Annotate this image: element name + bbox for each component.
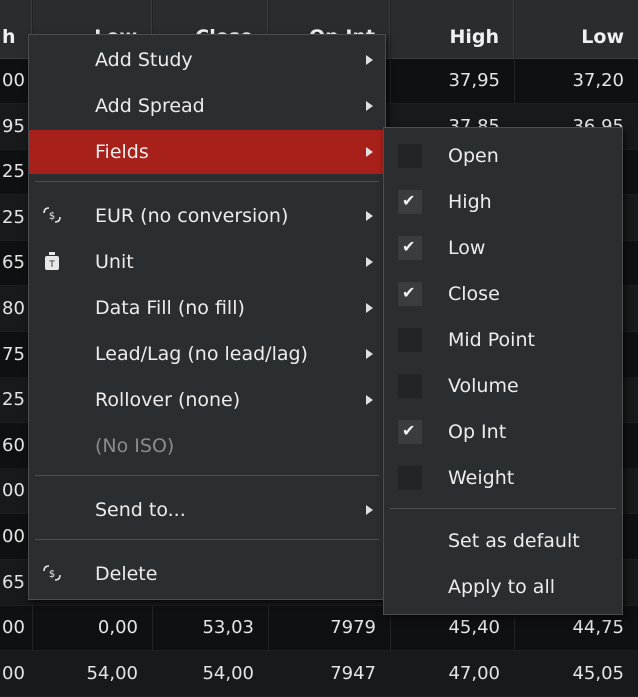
table-cell: 37,20 (572, 70, 624, 91)
menu-item-rollover-none[interactable]: Rollover (none) (29, 378, 385, 422)
currency-convert-icon: $ (41, 563, 63, 585)
menu-item-label: Unit (95, 251, 134, 273)
action-label: Set as default (448, 530, 580, 552)
submenu-arrow-icon (366, 505, 373, 515)
menu-item-unit[interactable]: T Unit (29, 240, 385, 284)
field-item-op-int[interactable]: ✔ Op Int (384, 409, 622, 455)
table-cell: 37,95 (448, 70, 500, 91)
field-label: Open (448, 145, 499, 167)
submenu-arrow-icon (366, 395, 373, 405)
table-cell: 00 (2, 663, 25, 684)
field-item-high[interactable]: ✔ High (384, 179, 622, 225)
menu-item-add-spread[interactable]: Add Spread (29, 84, 385, 128)
menu-item-label: Rollover (none) (95, 389, 241, 411)
field-label: Volume (448, 375, 519, 397)
menu-item-label: Send to... (95, 499, 186, 521)
checkmark-icon: ✔ (402, 421, 416, 440)
table-row[interactable]: 00 54,00 54,00 7947 47,00 45,05 (0, 651, 638, 697)
field-checkbox[interactable]: ✔ (398, 236, 422, 260)
menu-divider (35, 539, 379, 540)
field-checkbox[interactable]: ✔ (398, 466, 422, 490)
table-cell: 53,03 (202, 617, 254, 638)
menu-item-add-study[interactable]: Add Study (29, 38, 385, 82)
submenu-arrow-icon (366, 303, 373, 313)
table-cell: 54,00 (202, 663, 254, 684)
submenu-arrow-icon (366, 147, 373, 157)
svg-text:$: $ (49, 211, 55, 222)
menu-divider (35, 181, 379, 182)
field-item-low[interactable]: ✔ Low (384, 225, 622, 271)
field-checkbox[interactable]: ✔ (398, 420, 422, 444)
field-checkbox[interactable]: ✔ (398, 282, 422, 306)
field-checkbox[interactable]: ✔ (398, 328, 422, 352)
table-cell: 54,00 (86, 663, 138, 684)
set-as-default-button[interactable]: Set as default (384, 518, 622, 564)
menu-item-no-iso: (No ISO) (29, 424, 385, 468)
menu-item-send-to[interactable]: Send to... (29, 488, 385, 532)
field-checkbox[interactable]: ✔ (398, 190, 422, 214)
menu-item-label: Add Study (95, 49, 193, 71)
menu-item-data-fill-no-fill[interactable]: Data Fill (no fill) (29, 286, 385, 330)
context-menu: Add Study Add Spread Fields $ EUR (no conver… (28, 34, 386, 600)
menu-divider (390, 508, 616, 509)
menu-item-label: (No ISO) (95, 435, 175, 457)
menu-item-label: Lead/Lag (no lead/lag) (95, 343, 308, 365)
table-cell: 45,05 (572, 663, 624, 684)
action-label: Apply to all (448, 576, 555, 598)
weight-icon: T (41, 251, 63, 273)
svg-text:T: T (48, 260, 55, 270)
table-cell: 7979 (330, 617, 376, 638)
field-label: Low (448, 237, 486, 259)
menu-item-label: Data Fill (no fill) (95, 297, 245, 319)
column-header[interactable]: Low (514, 0, 638, 58)
field-item-mid-point[interactable]: ✔ Mid Point (384, 317, 622, 363)
menu-item-lead-lag-no-lead-lag[interactable]: Lead/Lag (no lead/lag) (29, 332, 385, 376)
submenu-arrow-icon (366, 257, 373, 267)
menu-item-eur-no-conversion[interactable]: $ EUR (no conversion) (29, 194, 385, 238)
menu-divider (35, 475, 379, 476)
field-item-weight[interactable]: ✔ Weight (384, 455, 622, 501)
menu-item-label: EUR (no conversion) (95, 205, 289, 227)
field-item-open[interactable]: ✔ Open (384, 133, 622, 179)
table-cell: 0,00 (97, 617, 138, 638)
menu-item-label: Delete (95, 563, 158, 585)
submenu-arrow-icon (366, 55, 373, 65)
svg-text:$: $ (49, 569, 55, 580)
menu-item-fields[interactable]: Fields (29, 130, 385, 174)
checkmark-icon: ✔ (402, 191, 416, 210)
currency-convert-icon: $ (41, 205, 63, 227)
menu-item-label: Fields (95, 141, 149, 163)
apply-to-all-button[interactable]: Apply to all (384, 564, 622, 610)
submenu-arrow-icon (366, 211, 373, 221)
field-item-close[interactable]: ✔ Close (384, 271, 622, 317)
menu-item-label: Add Spread (95, 95, 205, 117)
column-header[interactable]: High (390, 0, 514, 58)
field-label: Weight (448, 467, 515, 489)
field-checkbox[interactable]: ✔ (398, 374, 422, 398)
field-checkbox[interactable]: ✔ (398, 144, 422, 168)
checkmark-icon: ✔ (402, 237, 416, 256)
table-cell: 7947 (330, 663, 376, 684)
field-label: Mid Point (448, 329, 535, 351)
table-cell: 00 (2, 617, 25, 638)
field-label: Close (448, 283, 500, 305)
submenu-arrow-icon (366, 349, 373, 359)
field-label: Op Int (448, 421, 507, 443)
checkmark-icon: ✔ (402, 283, 416, 302)
field-item-volume[interactable]: ✔ Volume (384, 363, 622, 409)
menu-item-delete[interactable]: $ Delete (29, 552, 385, 596)
fields-submenu: ✔ Open ✔ High ✔ Low ✔ Close ✔ Mid Point ✔ Volume ✔ Op… (383, 127, 623, 615)
table-cell: 47,00 (448, 663, 500, 684)
submenu-arrow-icon (366, 101, 373, 111)
field-label: High (448, 191, 492, 213)
